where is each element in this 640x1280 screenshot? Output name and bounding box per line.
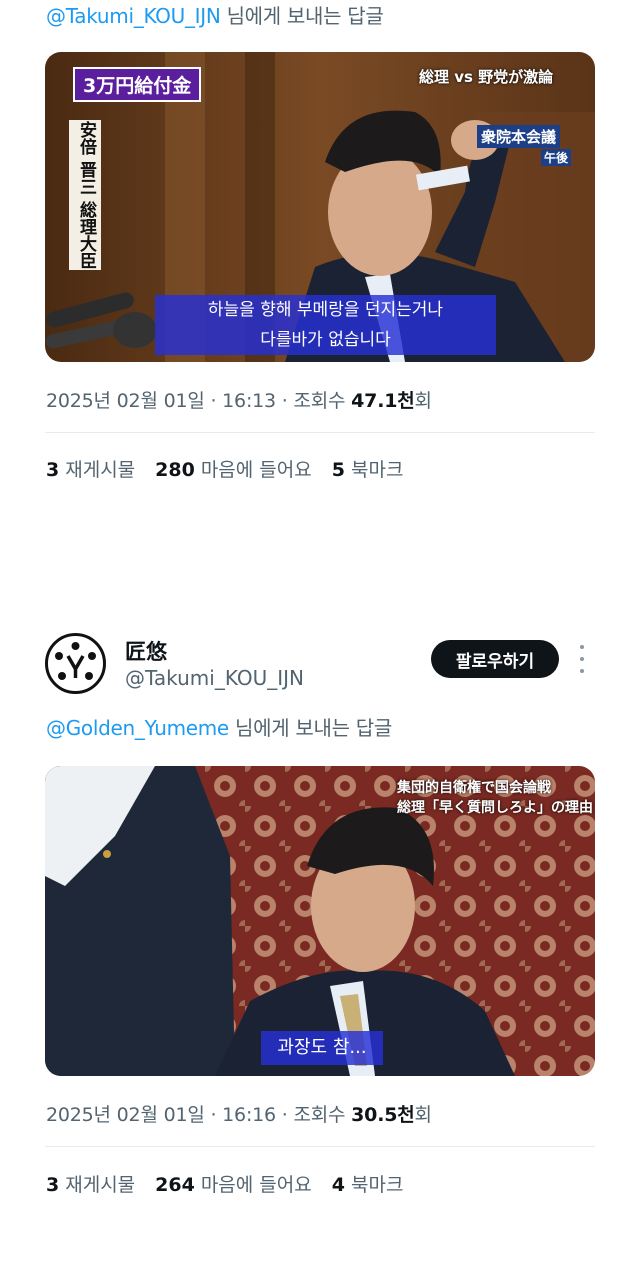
- news-tag-side: 衆院本会議: [477, 125, 561, 148]
- tweet-media-image[interactable]: 3万円給付金 総理 vs 野党が激論 衆院本会議 午後 安倍 晋三 総理大臣 하…: [45, 52, 595, 362]
- reply-to-line: @Golden_Yumeme 님에게 보내는 답글: [46, 712, 392, 741]
- divider: [45, 1146, 595, 1147]
- likes-stat[interactable]: 280 마음에 들어요: [155, 455, 312, 482]
- tweet-date[interactable]: 2025년 02월 01일: [46, 390, 205, 412]
- reply-suffix: 님에게 보내는 답글: [220, 4, 384, 28]
- tweet-media-image[interactable]: 集団的自衛権で国会論戦 総理「早く質問しろよ」の理由 과장도 참...: [45, 766, 595, 1076]
- tweet-time[interactable]: 16:13: [222, 390, 276, 412]
- views-label: 조회수: [293, 390, 346, 412]
- reposts-count: 3: [46, 459, 60, 481]
- views-value: 47.1천: [351, 390, 415, 412]
- subtitle-box: 과장도 참...: [261, 1031, 383, 1065]
- likes-count: 264: [155, 1174, 195, 1196]
- views-suffix: 회: [414, 1104, 432, 1126]
- bookmarks-stat[interactable]: 5 북마크: [332, 455, 404, 482]
- news-tag-headline: 集団的自衛権で国会論戦 総理「早く質問しろよ」の理由: [397, 778, 593, 818]
- views-label: 조회수: [293, 1104, 346, 1126]
- avatar[interactable]: [45, 633, 106, 694]
- tweet-metadata: 2025년 02월 01일 · 16:16 · 조회수 30.5천회: [46, 1104, 432, 1126]
- tweet-date[interactable]: 2025년 02월 01일: [46, 1104, 205, 1126]
- engagement-stats: 3 재게시물 280 마음에 들어요 5 북마크: [46, 455, 403, 482]
- more-options-icon[interactable]: [574, 645, 590, 673]
- news-tag-line-2: 総理「早く質問しろよ」の理由: [397, 800, 593, 816]
- reposts-stat[interactable]: 3 재게시물: [46, 455, 135, 482]
- likes-label: 마음에 들어요: [200, 459, 312, 481]
- subtitle-line-1: 하늘을 향해 부메랑을 던지는거나: [207, 300, 444, 320]
- tweet-time[interactable]: 16:16: [222, 1104, 276, 1126]
- likes-count: 280: [155, 459, 195, 481]
- reply-suffix: 님에게 보내는 답글: [228, 716, 392, 740]
- views-value: 30.5천: [351, 1104, 415, 1126]
- bookmarks-stat[interactable]: 4 북마크: [332, 1170, 404, 1197]
- reposts-label: 재게시물: [65, 1174, 136, 1196]
- reply-mention-link[interactable]: @Golden_Yumeme: [46, 716, 229, 740]
- views-suffix: 회: [414, 390, 432, 412]
- news-tag-side-small: 午後: [541, 149, 572, 166]
- vertical-name-banner: 安倍 晋三 総理大臣: [69, 120, 101, 270]
- bookmarks-count: 4: [331, 1174, 345, 1196]
- author-handle[interactable]: @Takumi_KOU_IJN: [125, 666, 304, 690]
- news-tag-top-right: 総理 vs 野党が激論: [419, 68, 554, 86]
- reposts-label: 재게시물: [65, 459, 136, 481]
- reposts-count: 3: [46, 1174, 60, 1196]
- bookmarks-label: 북마크: [350, 459, 404, 481]
- reply-to-line: @Takumi_KOU_IJN 님에게 보내는 답글: [46, 0, 384, 29]
- author-display-name[interactable]: 匠悠: [125, 636, 167, 666]
- subtitle-box: 하늘을 향해 부메랑을 던지는거나 다를바가 없습니다: [155, 295, 496, 355]
- tweet-metadata: 2025년 02월 01일 · 16:13 · 조회수 47.1천회: [46, 390, 432, 412]
- reply-mention-link[interactable]: @Takumi_KOU_IJN: [46, 4, 221, 28]
- bookmarks-label: 북마크: [350, 1174, 404, 1196]
- reposts-stat[interactable]: 3 재게시물: [46, 1170, 135, 1197]
- news-tag-line-1: 集団的自衛権で国会論戦: [397, 780, 551, 796]
- avatar-emblem-icon: [51, 639, 100, 688]
- divider: [45, 432, 595, 433]
- likes-stat[interactable]: 264 마음에 들어요: [155, 1170, 312, 1197]
- likes-label: 마음에 들어요: [200, 1174, 312, 1196]
- follow-button[interactable]: 팔로우하기: [431, 640, 559, 678]
- subtitle-line-2: 다를바가 없습니다: [260, 330, 391, 350]
- bookmarks-count: 5: [331, 459, 345, 481]
- news-tag-top-left: 3万円給付金: [73, 67, 202, 102]
- engagement-stats: 3 재게시물 264 마음에 들어요 4 북마크: [46, 1170, 403, 1197]
